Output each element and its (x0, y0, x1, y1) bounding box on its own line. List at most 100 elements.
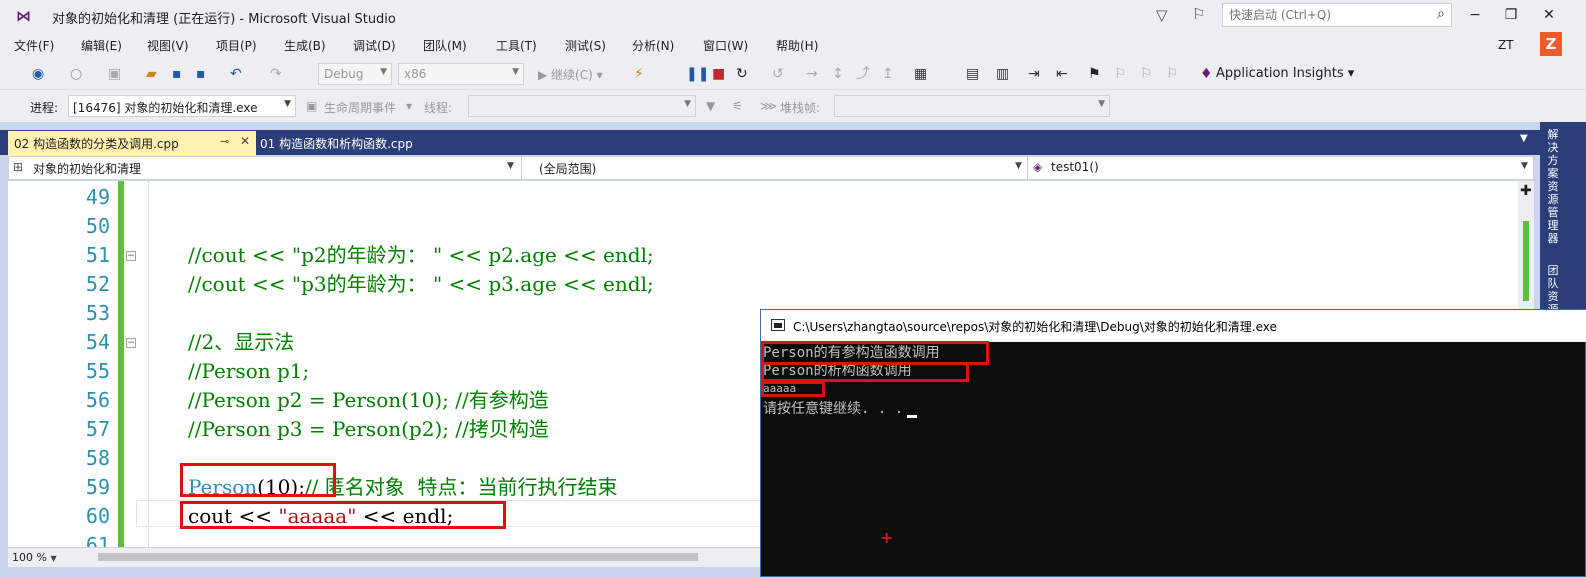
collapse-region-icon[interactable]: − (126, 338, 136, 348)
close-button[interactable]: ✕ (1534, 4, 1564, 26)
feedback-icon[interactable]: ⚐ (1192, 5, 1205, 23)
thread-filter-icon[interactable]: ▼ (706, 99, 715, 113)
menu-tools[interactable]: 工具(T) (496, 37, 537, 54)
restore-button[interactable]: ❐ (1496, 4, 1526, 26)
scrollbar-thumb[interactable] (1523, 221, 1529, 301)
console-title: C:\Users\zhangtao\source\repos\对象的初始化和清理… (793, 320, 1277, 334)
solution-platform-combo[interactable]: x86 ▼ (398, 63, 524, 85)
notification-filter-icon[interactable]: ▽ (1156, 6, 1168, 24)
menu-project[interactable]: 项目(P) (216, 37, 257, 54)
line-number: 60 (85, 504, 110, 528)
user-avatar[interactable]: Z (1540, 32, 1562, 56)
prev-bookmark-icon[interactable]: ⚐ (1114, 66, 1127, 82)
menu-view[interactable]: 视图(V) (147, 37, 189, 54)
collapse-region-icon[interactable]: − (126, 251, 136, 261)
menu-build[interactable]: 生成(B) (284, 37, 326, 54)
line-number: 52 (85, 272, 110, 296)
annotation-box (761, 362, 969, 382)
nav-divider (1027, 157, 1028, 179)
menu-edit[interactable]: 编辑(E) (81, 37, 122, 54)
quick-launch[interactable]: ⌕ (1222, 3, 1452, 27)
annotation-box (761, 381, 825, 397)
close-icon[interactable]: ✕ (240, 134, 250, 148)
solution-configuration-combo[interactable]: Debug ▼ (318, 63, 392, 85)
indent-icon[interactable]: ⇥ (1028, 66, 1040, 82)
new-project-icon[interactable]: ▣ (108, 66, 121, 82)
next-bookmark-icon[interactable]: ⚐ (1140, 66, 1153, 82)
layout-icon[interactable]: ▥ (996, 66, 1009, 82)
thread-combo[interactable]: ▼ (468, 95, 696, 117)
flag-threads-icon[interactable]: ⚟ (732, 99, 743, 113)
break-all-icon[interactable]: ❚❚ (686, 66, 709, 82)
menu-team[interactable]: 团队(M) (423, 37, 467, 54)
save-all-icon[interactable]: ▪ (196, 66, 206, 82)
minimize-button[interactable]: − (1460, 4, 1490, 26)
menu-window[interactable]: 窗口(W) (703, 37, 748, 54)
menu-debug[interactable]: 调试(D) (353, 37, 396, 54)
menu-help[interactable]: 帮助(H) (776, 37, 818, 54)
redo-icon[interactable]: ↷ (270, 66, 282, 82)
scope-combo[interactable]: (全局范围) (539, 160, 596, 177)
line-number: 49 (85, 185, 110, 209)
split-editor-icon[interactable]: ✚ (1520, 183, 1532, 199)
tab-overflow-icon[interactable]: ▼ (1520, 133, 1528, 144)
line-number: 61 (85, 533, 110, 547)
annotation-box (180, 501, 506, 529)
step-out-icon[interactable]: ⤴ (856, 66, 870, 82)
restart-icon[interactable]: ↻ (736, 66, 748, 82)
stop-debugging-icon[interactable]: ■ (712, 66, 725, 82)
line-number: 51 (85, 243, 110, 267)
step-into-icon[interactable]: → (806, 66, 818, 82)
line-number: 54 (85, 330, 110, 354)
save-icon[interactable]: ▪ (172, 66, 182, 82)
member-combo[interactable]: test01() (1051, 160, 1099, 174)
menu-file[interactable]: 文件(F) (14, 37, 54, 54)
lifecycle-icon: ▣ (306, 99, 318, 113)
quick-launch-input[interactable] (1223, 4, 1423, 26)
horizontal-scrollbar[interactable] (98, 553, 698, 561)
code-line-52: //cout << "p3的年龄为： " << p3.age << endl; (188, 272, 654, 296)
tab-constructor-destructor[interactable]: 01 构造函数和析构函数.cpp (260, 135, 413, 152)
continue-button[interactable]: ▶ 继续(C) ▾ (538, 66, 603, 83)
stack-frame-combo[interactable]: ▼ (834, 95, 1110, 117)
title-bar: ⋈ 对象的初始化和清理 (正在运行) - Microsoft Visual St… (0, 0, 1586, 32)
chevron-down-icon: ▼ (512, 67, 519, 77)
thread-label: 线程: (424, 101, 453, 115)
visual-studio-logo-icon: ⋈ (16, 7, 31, 25)
menu-test[interactable]: 测试(S) (565, 37, 606, 54)
hex-display-icon[interactable]: ▦ (914, 66, 927, 82)
navigate-back-icon[interactable]: ◉ (32, 66, 44, 82)
function-icon: ◈ (1033, 160, 1043, 174)
chevron-down-icon: ▼ (380, 67, 387, 77)
pin-icon[interactable]: ⊸ (220, 135, 229, 148)
undo-icon[interactable]: ↶ (230, 66, 242, 82)
step-over-icon[interactable]: ↕ (832, 66, 844, 82)
open-file-icon[interactable]: ▰ (146, 66, 157, 82)
navigation-bar: ⊞ 对象的初始化和清理 ▼ (全局范围) ▼ ◈ test01() ▼ (8, 156, 1534, 180)
project-combo[interactable]: 对象的初始化和清理 (33, 160, 141, 177)
console-cursor (907, 415, 918, 418)
navigate-forward-icon[interactable]: ○ (70, 66, 82, 82)
zoom-level[interactable]: 100 % ▼ (12, 551, 57, 564)
line-number: 55 (85, 359, 110, 383)
application-insights-button[interactable]: Application Insights ▾ (1216, 66, 1354, 81)
search-icon[interactable]: ⌕ (1437, 6, 1445, 22)
zoom-value: 100 % (12, 551, 47, 564)
threads-icon[interactable]: ▤ (966, 66, 979, 82)
chevron-down-icon: ▼ (1098, 99, 1105, 109)
tab-constructor-classification[interactable]: 02 构造函数的分类及调用.cpp ⊸ ✕ (8, 131, 256, 156)
solution-explorer-tab[interactable]: 解决方案资源管理器 (1545, 128, 1561, 245)
step-back-icon[interactable]: ↥ (882, 66, 894, 82)
show-next-statement-icon[interactable]: ↺ (772, 66, 784, 82)
application-insights-icon[interactable]: ♦ (1200, 66, 1213, 82)
process-combo[interactable]: [16476] 对象的初始化和清理.exe ▼ (68, 95, 296, 117)
stack-frame-label: 堆栈帧: (780, 101, 821, 115)
bookmark-icon[interactable]: ⚑ (1088, 66, 1101, 82)
user-initials[interactable]: ZT (1498, 38, 1514, 52)
clear-bookmarks-icon[interactable]: ⚐ (1166, 66, 1179, 82)
lifecycle-events-button[interactable]: 生命周期事件 (324, 99, 396, 116)
menu-analyze[interactable]: 分析(N) (632, 37, 674, 54)
code-line-56: //Person p2 = Person(10); //有参构造 (188, 388, 549, 412)
outdent-icon[interactable]: ⇤ (1056, 66, 1068, 82)
hot-reload-icon[interactable]: ⚡ (634, 66, 644, 82)
